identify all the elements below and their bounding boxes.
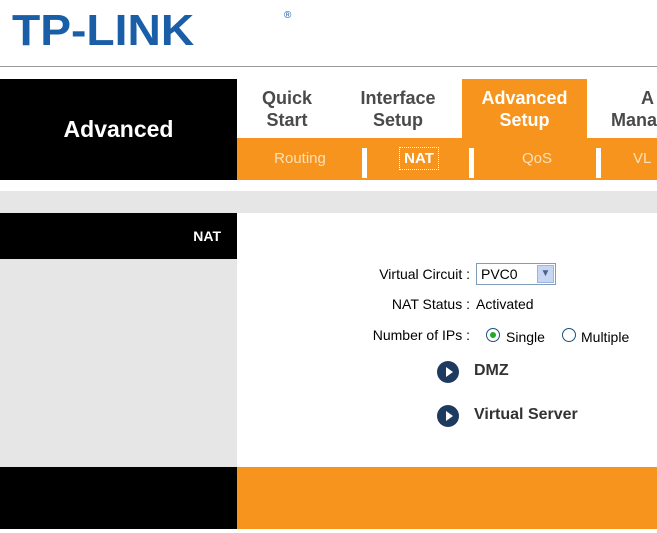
grey-strip <box>0 191 657 213</box>
dmz-link[interactable]: DMZ <box>474 362 509 380</box>
registered-mark: ® <box>284 10 292 21</box>
main-tabs: Quick Start Interface Setup Advanced Set… <box>237 79 657 138</box>
tab-quick-start[interactable]: Quick Start <box>237 79 337 138</box>
subnav-separator <box>596 148 601 178</box>
radio-multiple[interactable] <box>562 328 576 342</box>
subtab-label: NAT <box>399 147 439 170</box>
tab-label-line: Setup <box>372 110 423 130</box>
subnav-separator <box>362 148 367 178</box>
header-divider <box>0 66 657 67</box>
tab-access-management[interactable]: A Mana <box>605 79 657 138</box>
subtab-nat[interactable]: NAT <box>369 138 469 180</box>
page-title: Advanced <box>63 116 174 142</box>
arrow-right-circle-icon[interactable] <box>437 361 459 383</box>
nat-status-label: NAT Status : <box>391 296 470 312</box>
subtab-label: VL <box>633 150 652 167</box>
radio-multiple-label: Multiple <box>581 329 630 345</box>
radio-single-label: Single <box>506 329 545 345</box>
footer-right <box>237 467 657 529</box>
subtab-qos[interactable]: QoS <box>482 138 592 180</box>
virtual-circuit-value: PVC0 <box>481 266 518 282</box>
tab-label-line: Mana <box>611 110 657 130</box>
virtual-circuit-label: Virtual Circuit : <box>379 266 470 282</box>
subtab-label: Routing <box>274 150 326 167</box>
tab-label-line: Setup <box>499 110 550 130</box>
tab-label-line: Interface <box>360 88 436 108</box>
logo-text: TP-LINK <box>12 6 195 55</box>
tab-label-line: A <box>641 88 654 108</box>
subtab-vlan[interactable]: VL <box>603 138 657 180</box>
subtab-label: QoS <box>521 150 552 167</box>
nat-status-value: Activated <box>476 296 534 312</box>
subnav-separator <box>469 148 474 178</box>
radio-single[interactable] <box>486 328 500 342</box>
tp-link-logo: TP-LINK ® <box>12 6 291 56</box>
section-title: NAT <box>0 213 237 259</box>
chevron-down-icon[interactable]: ▼ <box>537 265 554 283</box>
sub-navigation: Routing NAT QoS VL <box>237 138 657 180</box>
virtual-circuit-select[interactable]: PVC0 ▼ <box>476 263 556 285</box>
tab-advanced-setup[interactable]: Advanced Setup <box>462 79 587 138</box>
number-of-ips-label: Number of IPs : <box>372 327 470 343</box>
virtual-server-link[interactable]: Virtual Server <box>474 406 578 424</box>
footer-left <box>0 467 237 529</box>
tab-label-line: Quick <box>261 88 313 108</box>
tab-label-line: Advanced <box>481 88 568 108</box>
subtab-routing[interactable]: Routing <box>245 138 355 180</box>
tab-interface-setup[interactable]: Interface Setup <box>342 79 454 138</box>
tab-label-line: Start <box>266 110 308 130</box>
arrow-right-circle-icon[interactable] <box>437 405 459 427</box>
